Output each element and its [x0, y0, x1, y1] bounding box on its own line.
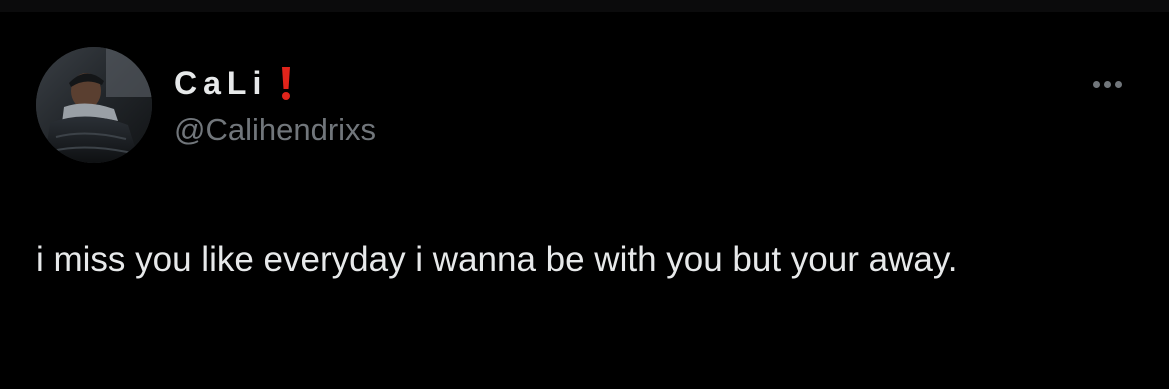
more-horizontal-icon-dot	[1114, 80, 1122, 88]
more-horizontal-icon-dot	[1103, 80, 1111, 88]
author-name-row[interactable]: CaLi	[174, 63, 295, 103]
more-options-button[interactable]	[1084, 72, 1130, 96]
more-horizontal-icon	[1092, 80, 1100, 88]
avatar-photo	[36, 47, 152, 163]
avatar[interactable]	[36, 47, 152, 163]
top-edge-strip	[0, 0, 1169, 12]
display-name[interactable]: CaLi	[174, 63, 267, 103]
tweet-text: i miss you like everyday i wanna be with…	[36, 240, 958, 279]
exclamation-mark-icon	[277, 63, 295, 103]
tweet-card[interactable]: CaLi @Calihendrixs i miss you like every…	[0, 12, 1169, 389]
author-handle[interactable]: @Calihendrixs	[174, 112, 376, 148]
